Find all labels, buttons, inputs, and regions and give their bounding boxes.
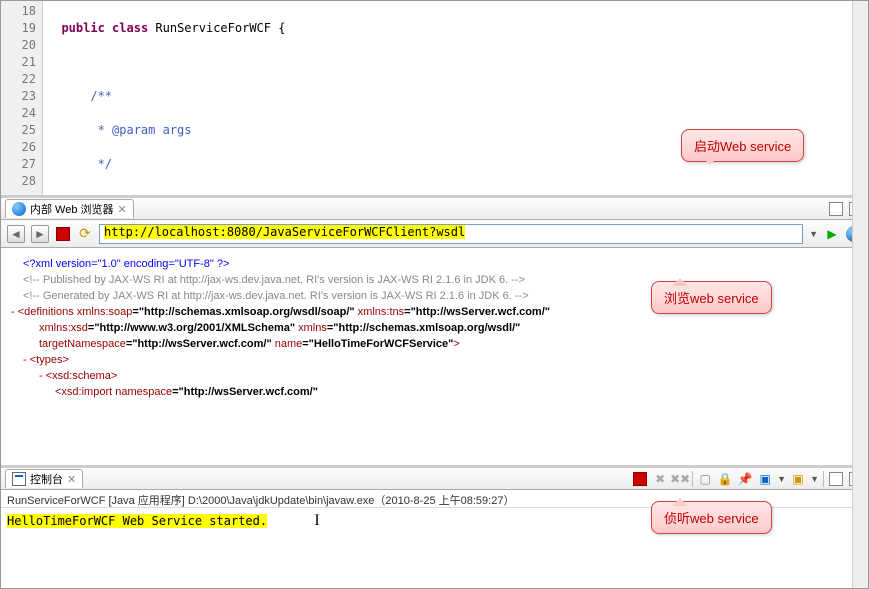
xml-comment: <!-- Generated by JAX-WS RI at http://ja… [23,290,529,302]
console-tab-label: 控制台 [30,471,63,487]
javadoc: * @param args [90,123,191,137]
url-dropdown-icon[interactable]: ▼ [809,229,818,239]
xml-attr: xmlns:soap [77,306,133,318]
editor-vscroll[interactable] [852,1,868,198]
xml-val: ="HelloTimeForWCFService" [302,338,453,350]
minimize-icon[interactable] [828,471,844,487]
xml-val: ="http://www.w3.org/2001/XMLSchema" [88,322,295,334]
xml-tag: <types> [30,354,69,366]
remove-launch-button[interactable]: ✖ [652,471,668,487]
callout-browse-service: 浏览web service [651,281,772,314]
stop-button[interactable] [55,226,71,242]
browser-tab[interactable]: 内部 Web 浏览器 ✕ [5,199,134,218]
xml-tag: <xsd:schema> [46,370,118,382]
javadoc: /** [90,89,112,103]
close-icon[interactable]: ✕ [67,473,76,486]
xml-tag: <definitions [18,306,77,318]
line-no: 27 [1,156,36,173]
line-no: 26 [1,139,36,156]
class-name: RunServiceForWCF { [155,21,285,35]
line-no: 18 [1,3,36,20]
xml-val: ="http://schemas.xmlsoap.org/wsdl/soap/" [132,306,354,318]
xml-attr: name [272,338,303,350]
text-cursor-icon: I [314,512,319,529]
xml-attr: targetNamespace [39,338,126,350]
callout-text: 浏览web service [664,291,759,306]
open-console-button[interactable]: ▣ [790,471,806,487]
kw-class: class [112,21,148,35]
xml-comment: <!-- Published by JAX-WS RI at http://ja… [23,274,525,286]
address-bar: ◄ ► ⟳ http://localhost:8080/JavaServiceF… [1,220,868,248]
callout-text: 启动Web service [694,139,791,154]
kw-public: public [61,21,104,35]
remove-all-button[interactable]: ✖✖ [672,471,688,487]
collapse-toggle[interactable]: - [39,370,46,382]
line-no: 24 [1,105,36,122]
dropdown-icon[interactable]: ▼ [777,474,786,484]
display-console-button[interactable]: ▣ [757,471,773,487]
xml-attr: namespace [115,386,172,398]
line-no: 23 [1,88,36,105]
scroll-lock-button[interactable]: 🔒 [717,471,733,487]
dropdown-icon[interactable]: ▼ [810,474,819,484]
console-output-line: HelloTimeForWCF Web Service started. [7,514,267,528]
line-no: 22 [1,71,36,88]
line-no: 19 [1,20,36,37]
console-icon [12,472,26,486]
separator [692,471,693,487]
back-button[interactable]: ◄ [7,225,25,243]
callout-start-service: 启动Web service [681,129,804,162]
code-editor-panel: 18 19 20 21 22 23 24 25 26 27 28 public … [1,1,868,198]
minimize-icon[interactable] [828,201,844,217]
xml-val: ="http://schemas.xmlsoap.org/wsdl/" [327,322,521,334]
xml-tag: <xsd:import [55,386,115,398]
javadoc: */ [90,157,112,171]
xml-attr: xmlns [295,322,327,334]
globe-icon [12,202,26,216]
line-no: 21 [1,54,36,71]
browser-panel: 内部 Web 浏览器 ✕ ◄ ► ⟳ http://localhost:8080… [1,198,868,468]
terminate-button[interactable] [632,471,648,487]
console-tab-bar: 控制台 ✕ ✖ ✖✖ ▢ 🔒 📌 ▣ ▼ ▣ ▼ [1,468,868,490]
xml-val: ="http://wsServer.wcf.com/" [172,386,318,398]
clear-console-button[interactable]: ▢ [697,471,713,487]
line-no: 20 [1,37,36,54]
xml-decl: <?xml version="1.0" encoding="UTF-8" ?> [23,258,229,270]
xml-val: ="http://wsServer.wcf.com/" [126,338,272,350]
tab-label: 内部 Web 浏览器 [30,201,114,217]
xml-attr: xmlns:xsd [39,322,88,334]
callout-listen-service: 侦听web service [651,501,772,534]
line-no: 25 [1,122,36,139]
xml-val: ="http://wsServer.wcf.com/" [404,306,550,318]
browser-tab-bar: 内部 Web 浏览器 ✕ [1,198,868,220]
go-button[interactable]: ▶ [824,226,840,242]
console-tab[interactable]: 控制台 ✕ [5,469,83,488]
code-area[interactable]: public class RunServiceForWCF { /** * @p… [43,1,868,195]
refresh-button[interactable]: ⟳ [77,226,93,242]
collapse-toggle[interactable]: - [23,354,30,366]
url-text: http://localhost:8080/JavaServiceForWCFC… [104,225,465,239]
close-icon[interactable]: ✕ [118,203,127,216]
collapse-toggle[interactable]: - [11,306,18,318]
forward-button[interactable]: ► [31,225,49,243]
xml-attr: xmlns:tns [355,306,405,318]
pin-console-button[interactable]: 📌 [737,471,753,487]
line-gutter: 18 19 20 21 22 23 24 25 26 27 28 [1,1,43,195]
line-no: 28 [1,173,36,190]
separator [823,471,824,487]
callout-text: 侦听web service [664,511,759,526]
url-input[interactable]: http://localhost:8080/JavaServiceForWCFC… [99,224,803,244]
xml-tag-end: > [453,338,459,350]
